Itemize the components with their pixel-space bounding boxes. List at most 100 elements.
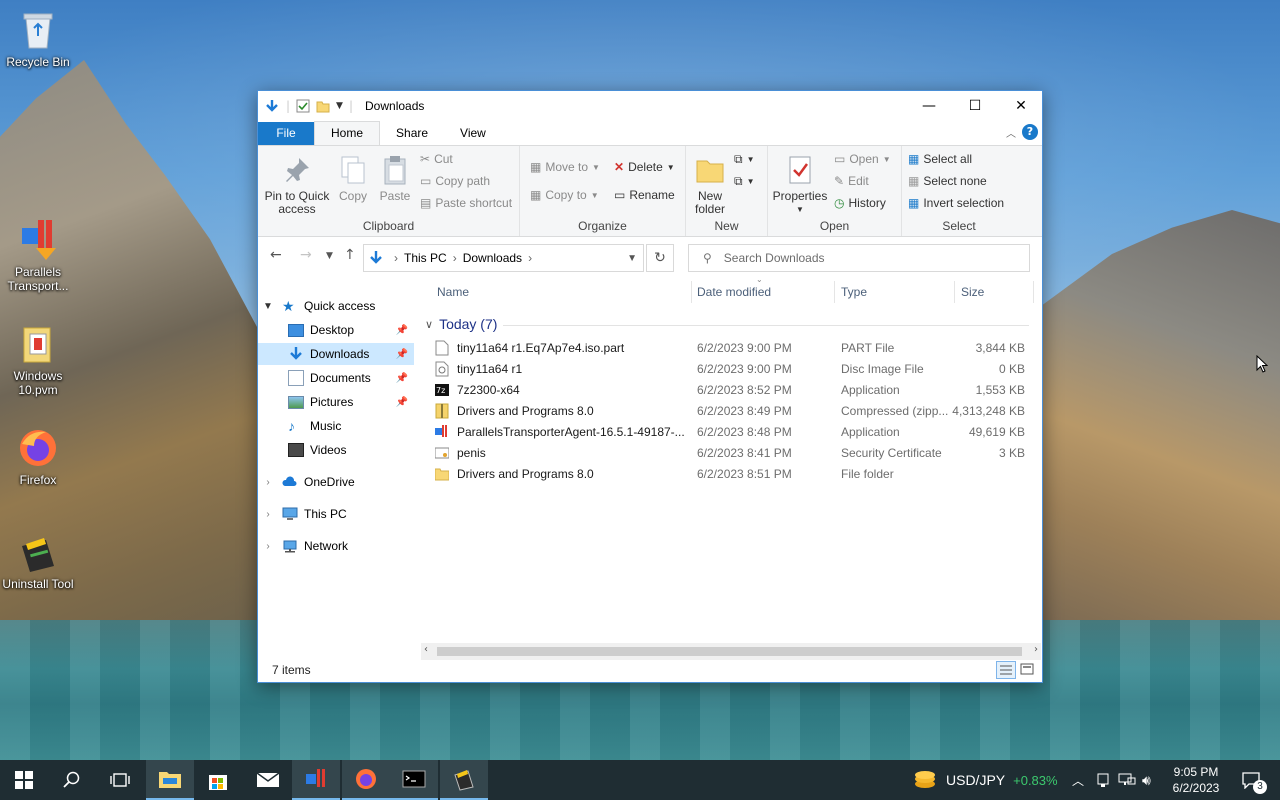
nav-onedrive[interactable]: › OneDrive bbox=[258, 471, 414, 493]
back-arrow-icon[interactable]: ← bbox=[270, 247, 282, 263]
invert-selection-button[interactable]: ▦ Invert selection bbox=[908, 196, 1004, 210]
delete-button[interactable]: ✕ Delete ▼ bbox=[614, 160, 675, 174]
minimize-button[interactable]: — bbox=[906, 91, 952, 121]
refresh-button[interactable]: ↻ bbox=[646, 244, 674, 272]
taskbar-uninstall-tool[interactable] bbox=[440, 760, 488, 800]
nav-documents[interactable]: Documents 📌 bbox=[258, 367, 414, 389]
taskbar-microsoft-store[interactable] bbox=[194, 760, 242, 800]
show-hidden-icons-chevron-icon[interactable]: ︿ bbox=[1072, 760, 1084, 800]
start-button[interactable] bbox=[0, 760, 48, 800]
title-bar[interactable]: | ▼ | Downloads — ☐ ✕ bbox=[258, 91, 1042, 121]
large-icons-view-button[interactable] bbox=[1018, 661, 1038, 679]
search-input[interactable]: ⚲ Search Downloads bbox=[688, 244, 1030, 272]
taskbar-parallels-transporter[interactable] bbox=[292, 760, 340, 800]
table-row[interactable]: tiny11a64 r1 6/2/2023 9:00 PM Disc Image… bbox=[435, 359, 1035, 380]
cut-button[interactable]: ✂ Cut bbox=[420, 152, 453, 166]
breadcrumb-downloads[interactable]: Downloads bbox=[463, 251, 522, 265]
help-icon[interactable]: ? bbox=[1022, 124, 1038, 140]
quick-access-down-arrow-icon[interactable] bbox=[264, 98, 280, 114]
properties-button[interactable]: Properties ▼ bbox=[772, 154, 828, 216]
pin-icon[interactable]: 📌 bbox=[396, 373, 408, 384]
minimize-ribbon-chevron-icon[interactable]: ︿ bbox=[1006, 125, 1016, 140]
address-bar[interactable]: › This PC › Downloads › ▼ bbox=[363, 244, 644, 272]
column-header-type[interactable]: Type bbox=[841, 285, 867, 299]
group-header-today[interactable]: ∨ Today (7) bbox=[425, 316, 497, 332]
clock[interactable]: 9:05 PM 6/2/2023 bbox=[1168, 760, 1224, 800]
new-folder-quick-icon[interactable] bbox=[316, 99, 330, 113]
nav-pictures[interactable]: Pictures 📌 bbox=[258, 391, 414, 413]
tab-share[interactable]: Share bbox=[380, 122, 444, 145]
details-view-button[interactable] bbox=[996, 661, 1016, 679]
table-row[interactable]: penis 6/2/2023 8:41 PM Security Certific… bbox=[434, 443, 1035, 464]
column-separator[interactable] bbox=[834, 281, 835, 303]
nav-quick-access[interactable]: ▼ ★ Quick access bbox=[258, 295, 414, 317]
scroll-left-arrow-icon[interactable]: ‹ bbox=[424, 644, 428, 655]
select-none-button[interactable]: ▦ Select none bbox=[908, 174, 987, 188]
pin-to-quick-access-button[interactable]: Pin to Quick access bbox=[264, 154, 330, 216]
column-header-date-modified[interactable]: Date modified bbox=[697, 285, 771, 299]
nav-downloads[interactable]: Downloads 📌 bbox=[258, 343, 414, 365]
pin-icon[interactable]: 📌 bbox=[396, 349, 408, 360]
easy-access-button[interactable]: ⧉ ▼ bbox=[734, 174, 755, 189]
widget-ticker[interactable]: USD/JPY +0.83% bbox=[912, 760, 1058, 800]
open-button[interactable]: ▭ Open ▼ bbox=[834, 152, 891, 166]
tab-view[interactable]: View bbox=[444, 122, 502, 145]
table-row[interactable]: 7z 7z2300-x64 6/2/2023 8:52 PM Applicati… bbox=[435, 380, 1035, 401]
up-arrow-icon[interactable]: ↑ bbox=[344, 247, 356, 263]
column-separator[interactable] bbox=[1033, 281, 1034, 303]
nav-videos[interactable]: Videos bbox=[258, 439, 414, 461]
customize-toolbar-chevron-icon[interactable]: ▼ bbox=[336, 101, 343, 111]
pin-icon[interactable]: 📌 bbox=[396, 397, 408, 408]
column-header-size[interactable]: Size bbox=[961, 285, 984, 299]
maximize-button[interactable]: ☐ bbox=[952, 91, 998, 121]
table-row[interactable]: Drivers and Programs 8.0 6/2/2023 8:49 P… bbox=[435, 401, 1035, 422]
taskbar-command-prompt[interactable] bbox=[390, 760, 438, 800]
forward-arrow-icon[interactable]: → bbox=[300, 247, 312, 263]
select-all-button[interactable]: ▦ Select all bbox=[908, 152, 972, 166]
scrollbar-thumb[interactable] bbox=[437, 647, 1022, 656]
taskbar-mail[interactable] bbox=[244, 760, 292, 800]
new-folder-button[interactable]: New folder bbox=[690, 154, 730, 216]
table-row[interactable]: tiny11a64 r1.Eq7Ap7e4.iso.part 6/2/2023 … bbox=[435, 338, 1035, 359]
desktop-icon-recycle-bin[interactable]: Recycle Bin bbox=[0, 8, 76, 69]
rename-button[interactable]: ▭ Rename bbox=[614, 188, 675, 202]
table-row[interactable]: ParallelsTransporterAgent-16.5.1-49187-.… bbox=[435, 422, 1035, 443]
volume-speaker-icon[interactable]: 🔊︎ bbox=[1142, 760, 1151, 800]
recent-locations-chevron-icon[interactable]: ▼ bbox=[326, 251, 333, 261]
meet-now-icon[interactable] bbox=[1096, 760, 1110, 800]
network-tray-icon[interactable] bbox=[1118, 760, 1136, 800]
paste-button[interactable]: Paste bbox=[376, 154, 414, 203]
task-view-button[interactable] bbox=[96, 760, 144, 800]
tab-file[interactable]: File bbox=[258, 122, 314, 145]
breadcrumb-this-pc[interactable]: This PC bbox=[404, 251, 447, 265]
copy-button[interactable]: Copy bbox=[332, 154, 374, 203]
edit-button[interactable]: ✎ Edit bbox=[834, 174, 869, 188]
column-separator[interactable] bbox=[954, 281, 955, 303]
move-to-button[interactable]: ▦ Move to ▼ bbox=[530, 160, 600, 174]
column-header-name[interactable]: Name bbox=[437, 285, 469, 299]
desktop-icon-pvm[interactable]: Windows 10.pvm bbox=[0, 322, 76, 397]
copy-path-button[interactable]: ▭ Copy path bbox=[420, 174, 490, 188]
nav-network[interactable]: › Network bbox=[258, 535, 414, 557]
tab-home[interactable]: Home bbox=[314, 121, 381, 145]
close-button[interactable]: ✕ bbox=[998, 91, 1044, 121]
nav-music[interactable]: ♪ Music bbox=[258, 415, 414, 437]
nav-desktop[interactable]: Desktop 📌 bbox=[258, 319, 414, 341]
taskbar-file-explorer[interactable] bbox=[146, 760, 194, 800]
properties-check-icon[interactable] bbox=[296, 99, 310, 113]
scroll-right-arrow-icon[interactable]: › bbox=[1034, 644, 1038, 655]
address-dropdown-chevron-icon[interactable]: ▼ bbox=[627, 253, 637, 264]
new-item-button[interactable]: ⧉ ▼ bbox=[734, 152, 755, 167]
paste-shortcut-button[interactable]: ▤ Paste shortcut bbox=[420, 196, 512, 210]
desktop-icon-parallels[interactable]: Parallels Transport... bbox=[0, 218, 76, 293]
pin-icon[interactable]: 📌 bbox=[396, 325, 408, 336]
taskbar-firefox[interactable] bbox=[342, 760, 390, 800]
desktop-icon-uninstall-tool[interactable]: Uninstall Tool bbox=[0, 530, 76, 591]
nav-this-pc[interactable]: › This PC bbox=[258, 503, 414, 525]
search-button[interactable] bbox=[48, 760, 96, 800]
action-center-button[interactable]: 3 bbox=[1236, 760, 1267, 800]
table-row[interactable]: Drivers and Programs 8.0 6/2/2023 8:51 P… bbox=[434, 464, 1035, 485]
column-separator[interactable] bbox=[691, 281, 692, 303]
desktop-icon-firefox[interactable]: Firefox bbox=[0, 426, 76, 487]
history-button[interactable]: ◷ History bbox=[834, 196, 886, 210]
